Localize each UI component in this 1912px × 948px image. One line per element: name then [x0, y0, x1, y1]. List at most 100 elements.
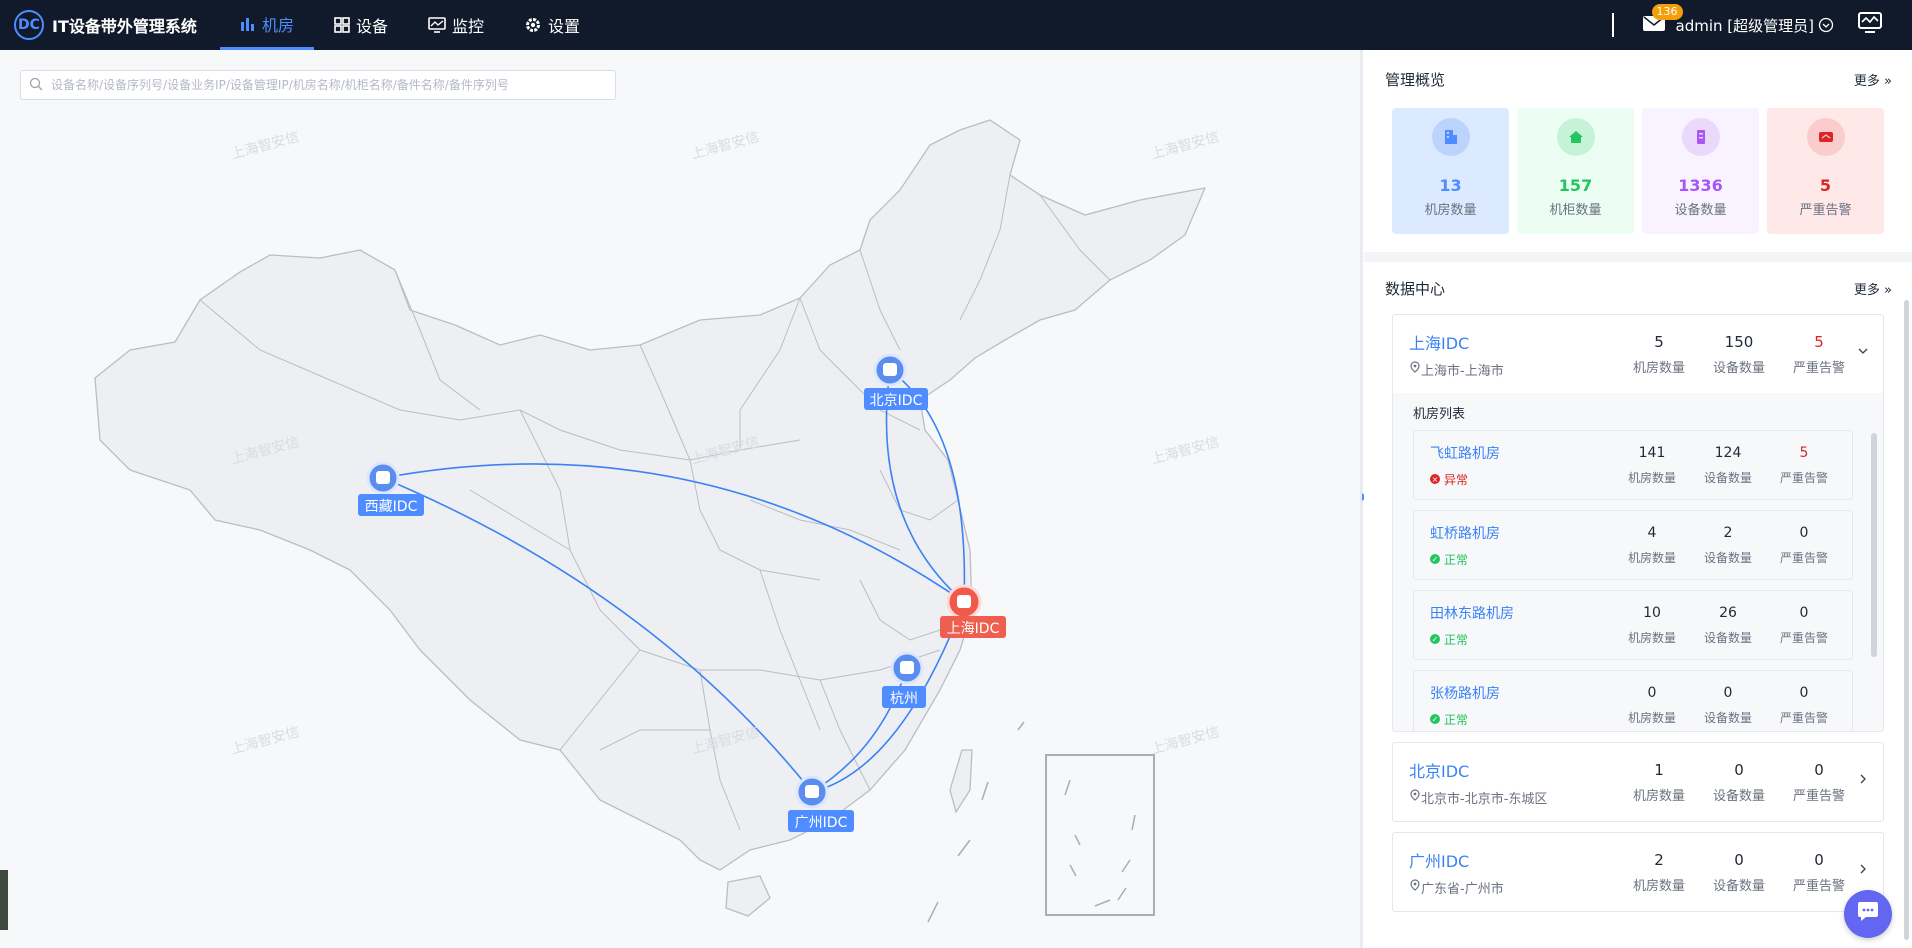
address-text: 上海市-上海市 — [1421, 363, 1504, 379]
building-icon — [1431, 118, 1470, 156]
room-card[interactable]: 田林东路机房 ✓ 正常 10 机房数量 26 设备数量 0 严重告警 — [1413, 590, 1853, 660]
dc-name[interactable]: 上海IDC — [1409, 330, 1619, 354]
dc-address: 上海市-上海市 — [1409, 360, 1619, 379]
nav-item-settings[interactable]: 设置 — [504, 0, 600, 50]
dc-address: 北京市-北京市-东城区 — [1409, 788, 1619, 807]
more-label: 更多 — [1853, 282, 1880, 298]
divider — [1611, 13, 1614, 37]
chevron-right-icon[interactable] — [1857, 863, 1869, 875]
chat-icon — [1855, 900, 1881, 928]
chat-button[interactable] — [1844, 890, 1892, 938]
room-status: × 异常 — [1430, 471, 1614, 488]
location-pin-icon — [1409, 879, 1421, 895]
datacenter-title: 数据中心 — [1385, 279, 1446, 298]
error-icon: × — [1430, 474, 1440, 484]
datacenter-more-link[interactable]: 更多 » — [1854, 279, 1892, 298]
room-rooms-label: 机房数量 — [1627, 630, 1676, 645]
stat-value: 5 — [1819, 176, 1832, 195]
room-alarms-label: 严重告警 — [1779, 630, 1828, 645]
room-devices-label: 设备数量 — [1703, 710, 1752, 725]
main-nav: 机房 设备 监控 设置 — [220, 0, 600, 50]
check-icon: ✓ — [1430, 554, 1440, 564]
stat-label: 机房数量 — [1424, 203, 1477, 218]
dc-header[interactable]: 北京IDC 北京市-北京市-东城区 1 机房数量 0 设备数量 0 严重告警 — [1393, 743, 1883, 821]
node-label-tibet: 西藏IDC — [365, 499, 418, 515]
node-label-beijing: 北京IDC — [870, 393, 923, 409]
search-icon — [29, 76, 43, 95]
right-panel: 管理概览 更多 » 13 机房数量 157 机柜数量 1336 设备数量 5 严… — [1364, 50, 1912, 948]
brand[interactable]: DC IT设备带外管理系统 — [0, 10, 220, 40]
room-status: ✓ 正常 — [1430, 631, 1614, 648]
top-bar: DC IT设备带外管理系统 机房 设备 监控 设置 136 admin [超级管… — [0, 0, 1912, 50]
room-alarms-value: 0 — [1799, 604, 1809, 621]
big-screen-button[interactable] — [1858, 12, 1882, 38]
user-menu[interactable]: admin [超级管理员] — [1676, 15, 1834, 36]
room-card[interactable]: 虹桥路机房 ✓ 正常 4 机房数量 2 设备数量 0 严重告警 — [1413, 510, 1853, 580]
overview-title: 管理概览 — [1385, 70, 1446, 89]
more-label: 更多 — [1853, 73, 1880, 89]
datacenter-header: 数据中心 更多 » — [1364, 262, 1912, 314]
dc-name[interactable]: 广州IDC — [1409, 848, 1619, 872]
search-input[interactable] — [51, 78, 611, 92]
room-rooms-label: 机房数量 — [1627, 550, 1676, 565]
room-rooms-value: 141 — [1638, 444, 1666, 461]
dc-devices-value: 0 — [1734, 850, 1744, 869]
dc-alarms-label: 严重告警 — [1792, 878, 1845, 894]
stat-rooms[interactable]: 13 机房数量 — [1392, 108, 1509, 234]
room-name[interactable]: 飞虹路机房 — [1430, 443, 1614, 463]
nav-item-devices[interactable]: 设备 — [314, 0, 408, 50]
screen-icon — [1858, 12, 1882, 38]
room-devices-value: 124 — [1714, 444, 1742, 461]
user-name: admin [超级管理员] — [1675, 16, 1814, 35]
stat-value: 13 — [1439, 176, 1462, 195]
stat-alarms[interactable]: 5 严重告警 — [1767, 108, 1884, 234]
nav-label: 机房 — [262, 15, 295, 35]
server-icon — [1681, 118, 1720, 156]
dc-card-beijing: 北京IDC 北京市-北京市-东城区 1 机房数量 0 设备数量 0 严重告警 — [1392, 742, 1884, 822]
dc-rooms-value: 2 — [1654, 850, 1664, 869]
header-right: 136 admin [超级管理员] — [1611, 0, 1912, 50]
room-alarms-label: 严重告警 — [1779, 470, 1828, 485]
gear-icon — [524, 16, 542, 34]
side-drawer-tab[interactable] — [0, 870, 8, 930]
node-label-hangzhou: 杭州 — [890, 691, 918, 707]
room-card[interactable]: 飞虹路机房 × 异常 141 机房数量 124 设备数量 5 严重告警 — [1413, 430, 1853, 500]
dc-rooms-label: 机房数量 — [1632, 360, 1685, 376]
overview-stats: 13 机房数量 157 机柜数量 1336 设备数量 5 严重告警 — [1364, 108, 1912, 234]
mail-button[interactable]: 136 — [1642, 4, 1683, 36]
nav-item-monitor[interactable]: 监控 — [408, 0, 504, 50]
room-devices-value: 2 — [1723, 524, 1733, 541]
room-name[interactable]: 虹桥路机房 — [1430, 523, 1614, 543]
status-text: 异常 — [1444, 472, 1469, 487]
home-icon — [1556, 118, 1595, 156]
dc-alarms-value: 0 — [1814, 850, 1824, 869]
chevron-down-icon[interactable] — [1857, 345, 1869, 357]
location-pin-icon — [1409, 361, 1421, 377]
stat-cabinets[interactable]: 157 机柜数量 — [1517, 108, 1634, 234]
dc-header[interactable]: 广州IDC 广东省-广州市 2 机房数量 0 设备数量 0 严重告警 — [1393, 833, 1883, 911]
room-name[interactable]: 张杨路机房 — [1430, 683, 1614, 703]
grid-icon — [334, 17, 350, 33]
dc-header[interactable]: 上海IDC 上海市-上海市 5 机房数量 150 设备数量 5 严重告警 — [1393, 315, 1883, 393]
stat-devices[interactable]: 1336 设备数量 — [1642, 108, 1759, 234]
overview-more-link[interactable]: 更多 » — [1854, 70, 1892, 89]
room-devices-value: 26 — [1719, 604, 1737, 621]
china-map[interactable]: 北京IDC 西藏IDC 上海IDC 杭州 广州IDC — [0, 50, 1360, 948]
bar-chart-icon — [240, 16, 256, 32]
dc-rooms-value: 5 — [1654, 332, 1664, 351]
room-alarms-value: 0 — [1799, 684, 1809, 701]
room-alarms-label: 严重告警 — [1779, 710, 1828, 725]
room-list-scrollbar[interactable] — [1871, 433, 1877, 657]
stat-label: 设备数量 — [1674, 203, 1727, 218]
room-name[interactable]: 田林东路机房 — [1430, 603, 1614, 623]
panel-scrollbar[interactable] — [1904, 300, 1909, 940]
dc-devices-label: 设备数量 — [1712, 360, 1765, 376]
nav-item-rooms[interactable]: 机房 — [220, 0, 315, 50]
location-pin-icon — [1409, 789, 1421, 805]
room-card[interactable]: 张杨路机房 ✓ 正常 0 机房数量 0 设备数量 0 严重告警 — [1413, 670, 1853, 731]
node-shanghai[interactable]: 上海IDC — [940, 584, 1006, 638]
dc-name[interactable]: 北京IDC — [1409, 758, 1619, 782]
chevron-right-icon[interactable] — [1857, 773, 1869, 785]
room-rooms-value: 0 — [1647, 684, 1657, 701]
room-alarms-value: 0 — [1799, 524, 1809, 541]
